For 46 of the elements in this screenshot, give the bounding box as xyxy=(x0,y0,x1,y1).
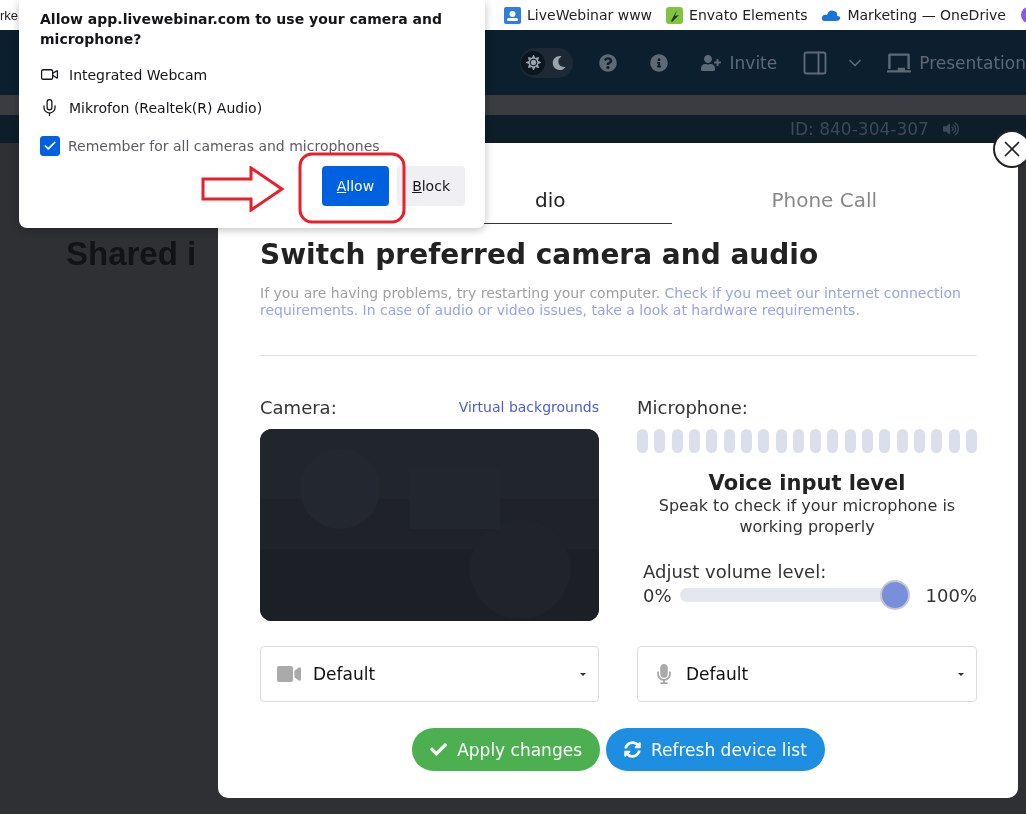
min-value: 0% xyxy=(643,584,672,606)
sun-icon xyxy=(525,55,541,70)
dialog-title: Switch preferred camera and audio xyxy=(260,238,820,271)
refresh-icon xyxy=(624,741,641,758)
device-name: Mikrofon (Realtek(R) Audio) xyxy=(69,99,263,116)
bookmark[interactable]: rke xyxy=(0,7,19,23)
microphone-label: Microphone: xyxy=(637,396,748,418)
presentation-icon[interactable] xyxy=(887,50,912,75)
virtual-backgrounds-link[interactable]: Virtual backgrounds xyxy=(458,399,599,415)
presentation-button[interactable]: Presentation xyxy=(919,52,1026,73)
theme-toggle[interactable] xyxy=(520,47,573,78)
moon-icon xyxy=(552,55,567,70)
volume-label: Adjust volume level: xyxy=(642,561,828,582)
microphone-icon xyxy=(654,664,674,684)
info-icon[interactable] xyxy=(649,53,668,72)
device-name: Integrated Webcam xyxy=(69,66,208,83)
speaker-icon[interactable] xyxy=(942,121,959,137)
invite-button[interactable]: Invite xyxy=(729,52,778,73)
tab[interactable]: Phone Call xyxy=(671,176,977,224)
meter-hint: Speak to check if your microphone is working properly xyxy=(657,495,957,537)
microphone-select[interactable]: Default xyxy=(637,646,977,702)
volume-slider-thumb[interactable] xyxy=(879,580,910,610)
check-icon xyxy=(43,139,57,153)
camera-select[interactable]: Default xyxy=(260,646,599,702)
microphone-icon xyxy=(40,98,59,117)
bookmark[interactable]: LiveWebinar www xyxy=(504,6,653,24)
block-button[interactable]: Block xyxy=(397,166,465,206)
allow-button[interactable]: Allow xyxy=(321,166,390,206)
caret-icon xyxy=(580,672,586,676)
help-text: If you are having problems, try restarting your computer. xyxy=(260,285,661,301)
remember-label: Remember for all cameras and microphones xyxy=(68,138,380,154)
remember-checkbox[interactable] xyxy=(40,136,60,156)
caret-icon xyxy=(958,672,964,676)
webinar-logo-icon xyxy=(504,6,522,24)
cloud-icon xyxy=(821,8,842,22)
user-plus-icon[interactable] xyxy=(700,52,721,73)
bookmark[interactable]: Envato Elements xyxy=(666,6,808,24)
max-value: 100% xyxy=(925,584,977,606)
leaf-icon xyxy=(666,6,684,24)
camera-label: Camera: xyxy=(260,396,337,418)
help-icon[interactable] xyxy=(598,53,617,72)
meter-title: Voice input level xyxy=(707,471,907,495)
refresh-button[interactable]: Refresh device list xyxy=(606,728,825,771)
permission-title: Allow app.livewebinar.com to use your camera and microphone? xyxy=(40,10,443,49)
bookmark[interactable]: Marketing — OneDrive xyxy=(821,7,1006,23)
check-icon xyxy=(430,741,448,758)
